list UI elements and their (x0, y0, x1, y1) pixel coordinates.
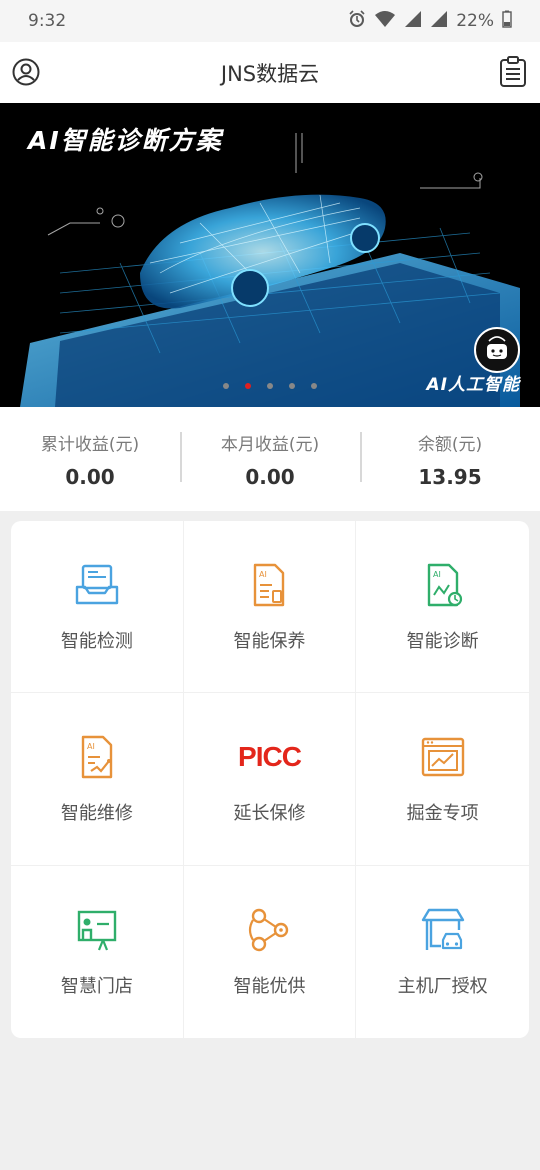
menu-label: 智能优供 (233, 975, 306, 997)
page-title: JNS数据云 (220, 61, 320, 86)
robot-icon (474, 327, 520, 373)
user-profile-icon[interactable] (12, 58, 40, 86)
stat-value: 0.00 (65, 464, 115, 489)
menu-label: 智能维修 (60, 802, 133, 824)
carousel-dot[interactable] (311, 383, 317, 389)
menu-item-smart-detection[interactable]: 智能检测 (11, 521, 184, 694)
stat-label: 余额(元) (417, 434, 483, 455)
app-header: JNS数据云 (0, 42, 540, 103)
svg-text:AI: AI (259, 570, 267, 579)
carousel-dot[interactable] (289, 383, 295, 389)
status-bar: 9:32 22% (0, 0, 540, 42)
battery-icon (502, 10, 512, 33)
menu-item-smart-diagnosis[interactable]: AI 智能诊断 (356, 521, 529, 694)
menu-item-extended-warranty[interactable]: PICC 延长保修 (183, 693, 357, 866)
ai-doc-pen-icon: AI (73, 733, 121, 781)
carousel-dot[interactable] (267, 383, 273, 389)
feature-grid: 智能检测 AI 智能保养 AI 智能诊断 AI 智能维修 PICC 延长保修 掘… (11, 521, 529, 1038)
stat-balance[interactable]: 余额(元) 13.95 (360, 430, 540, 489)
menu-label: 智能保养 (233, 630, 306, 652)
menu-label: 智能检测 (60, 630, 133, 652)
menu-item-smart-supply[interactable]: 智能优供 (184, 865, 357, 1038)
wifi-icon (374, 10, 396, 33)
menu-item-gold-special[interactable]: 掘金专项 (356, 693, 529, 866)
inbox-tray-icon (73, 561, 121, 609)
stat-monthly-earnings[interactable]: 本月收益(元) 0.00 (180, 430, 360, 489)
menu-label: 掘金专项 (406, 802, 479, 824)
carousel-dot[interactable] (245, 383, 251, 389)
share-nodes-icon (245, 906, 293, 954)
ai-doc-bike-icon: AI (419, 561, 467, 609)
menu-item-smart-maintenance[interactable]: AI 智能保养 (183, 521, 357, 694)
battery-percent: 22% (456, 11, 494, 31)
stat-total-earnings[interactable]: 累计收益(元) 0.00 (0, 430, 180, 489)
menu-item-smart-repair[interactable]: AI 智能维修 (11, 693, 184, 866)
menu-item-smart-store[interactable]: 智慧门店 (11, 865, 184, 1038)
menu-item-oem-authorization[interactable]: 主机厂授权 (356, 866, 529, 1038)
signal-icon (430, 10, 448, 33)
banner-title: AI智能诊断方案 (28, 126, 223, 155)
earnings-summary: 累计收益(元) 0.00 本月收益(元) 0.00 余额(元) 13.95 (0, 407, 540, 511)
alarm-icon (348, 9, 366, 33)
picc-logo: PICC (238, 740, 302, 772)
svg-text:AI: AI (87, 742, 95, 751)
stat-value: 13.95 (418, 464, 482, 489)
menu-label: 延长保修 (233, 802, 306, 824)
signal-icon (404, 10, 422, 33)
clipboard-icon[interactable] (499, 56, 527, 88)
status-time: 9:32 (28, 11, 67, 31)
svg-text:AI: AI (433, 570, 441, 579)
menu-label: 智能诊断 (406, 630, 479, 652)
stat-value: 0.00 (245, 464, 295, 489)
chart-window-icon (419, 733, 467, 781)
garage-car-icon (419, 906, 467, 954)
presenter-board-icon (73, 906, 121, 954)
menu-label: 智慧门店 (60, 975, 133, 997)
ai-document-icon: AI (245, 561, 293, 609)
carousel-indicator (0, 383, 540, 389)
stat-label: 本月收益(元) (220, 434, 320, 455)
promo-banner[interactable]: AI智能诊断方案 AI人工智能 (0, 103, 540, 407)
stat-label: 累计收益(元) (40, 434, 140, 455)
carousel-dot[interactable] (223, 383, 229, 389)
menu-label: 主机厂授权 (397, 975, 488, 997)
